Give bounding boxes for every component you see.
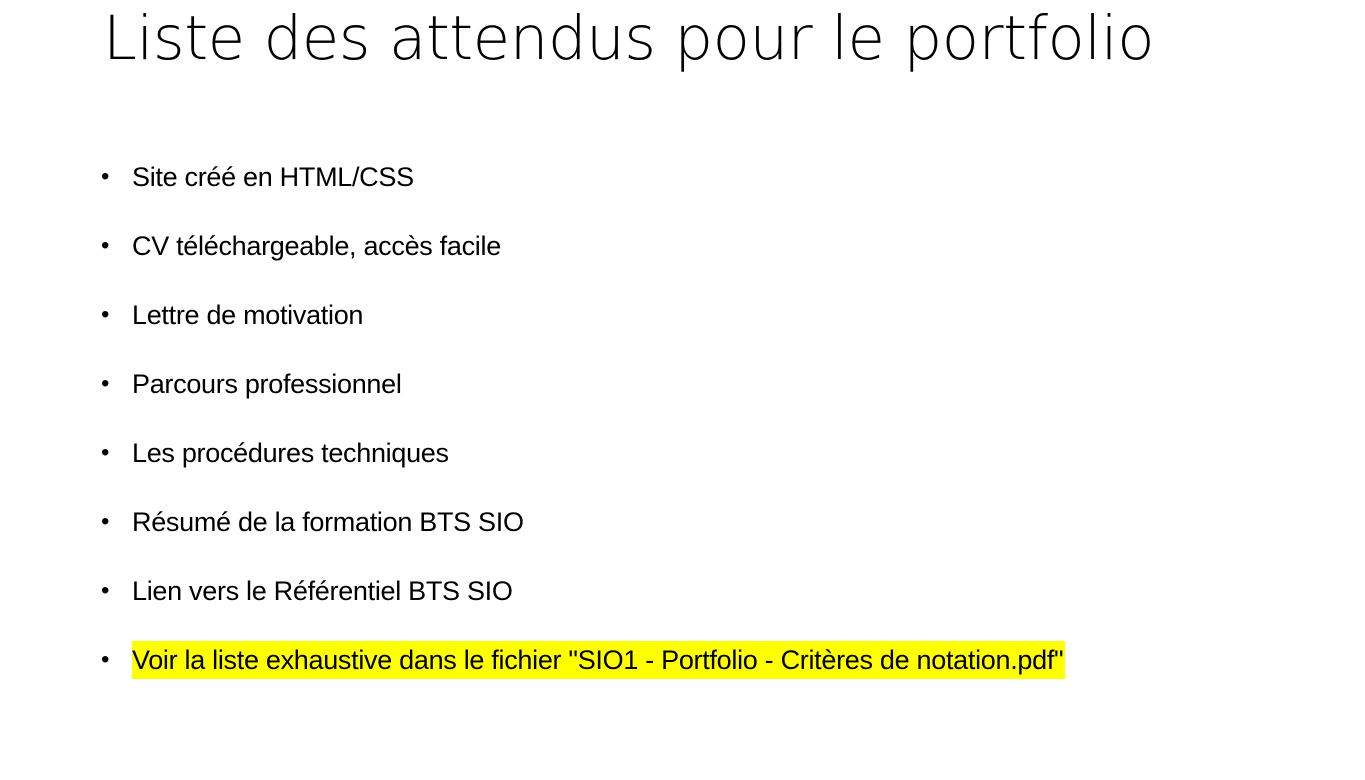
- bullet-icon: •: [101, 646, 110, 673]
- bullet-icon: •: [101, 508, 110, 535]
- bullet-icon: •: [101, 370, 110, 397]
- bullet-icon: •: [101, 232, 110, 259]
- list-item-text: Site créé en HTML/CSS: [132, 162, 414, 192]
- list-item: • Résumé de la formation BTS SIO: [101, 503, 1065, 572]
- list-item: • Lettre de motivation: [101, 296, 1065, 365]
- bullet-icon: •: [101, 163, 110, 190]
- list-item-text: Parcours professionnel: [132, 369, 402, 399]
- list-item: • Lien vers le Référentiel BTS SIO: [101, 572, 1065, 641]
- highlighted-note-text: Voir la liste exhaustive dans le fichier…: [132, 641, 1066, 679]
- list-item: • CV téléchargeable, accès facile: [101, 227, 1065, 296]
- slide-title: Liste des attendus pour le portfolio: [103, 3, 1155, 74]
- bullet-icon: •: [101, 439, 110, 466]
- list-item-text: Les procédures techniques: [132, 438, 449, 468]
- list-item-highlighted: • Voir la liste exhaustive dans le fichi…: [101, 641, 1066, 710]
- bullet-list: • Site créé en HTML/CSS • CV téléchargea…: [101, 158, 1066, 710]
- bullet-icon: •: [101, 301, 110, 328]
- list-item-text: Résumé de la formation BTS SIO: [132, 507, 524, 537]
- list-item: • Parcours professionnel: [101, 365, 1065, 434]
- list-item-text: Lettre de motivation: [132, 300, 364, 330]
- list-item-text: Lien vers le Référentiel BTS SIO: [132, 576, 513, 606]
- list-item-text: CV téléchargeable, accès facile: [132, 231, 501, 261]
- bullet-icon: •: [101, 577, 110, 604]
- list-item: • Site créé en HTML/CSS: [101, 158, 1065, 227]
- slide: Liste des attendus pour le portfolio • S…: [0, 0, 1365, 780]
- list-item: • Les procédures techniques: [101, 434, 1065, 503]
